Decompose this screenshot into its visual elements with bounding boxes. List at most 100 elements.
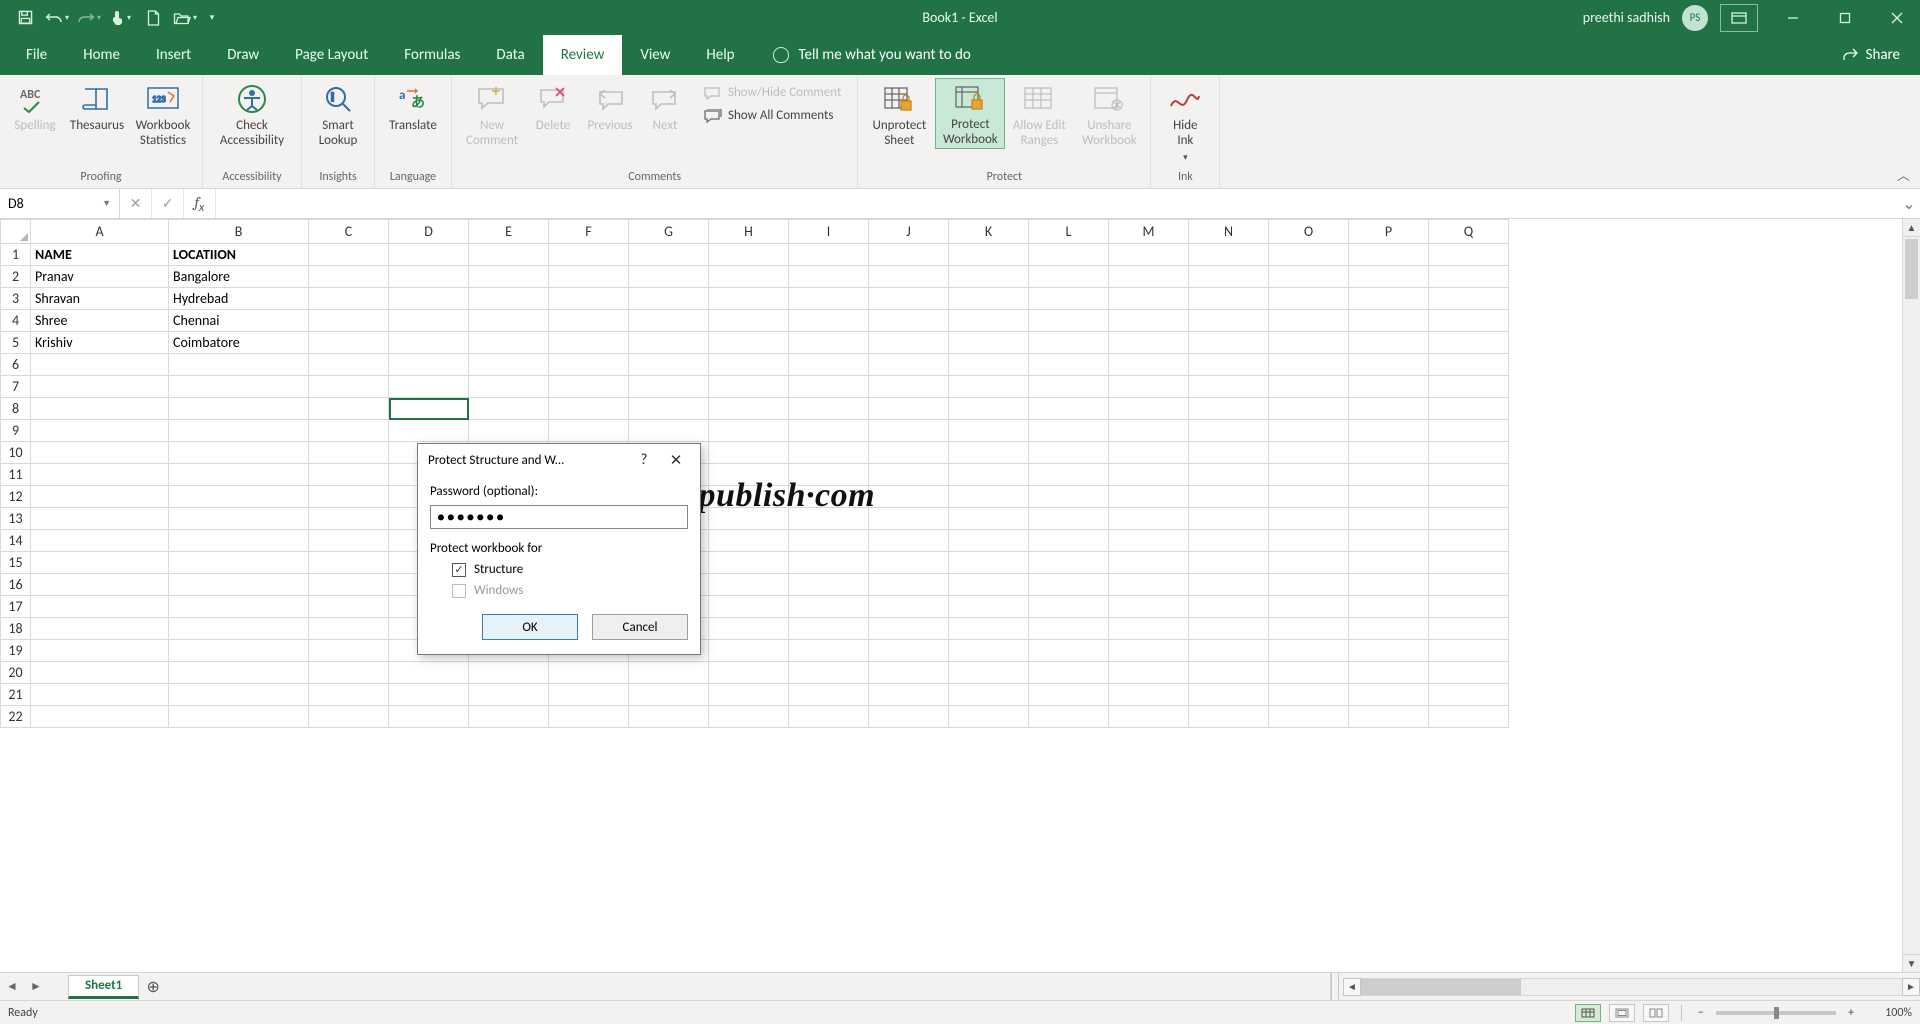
cell[interactable] bbox=[469, 706, 549, 728]
touch-mode-icon[interactable]: ▾ bbox=[106, 3, 136, 33]
cell[interactable] bbox=[789, 288, 869, 310]
cell[interactable]: Chennai bbox=[169, 310, 309, 332]
cell[interactable] bbox=[789, 442, 869, 464]
cell[interactable] bbox=[1029, 420, 1109, 442]
cell[interactable] bbox=[169, 442, 309, 464]
cell[interactable] bbox=[1429, 596, 1509, 618]
cell[interactable] bbox=[309, 706, 389, 728]
cell[interactable] bbox=[1429, 618, 1509, 640]
maximize-button[interactable] bbox=[1822, 0, 1868, 35]
cell[interactable]: Shree bbox=[31, 310, 169, 332]
cell[interactable]: Shravan bbox=[31, 288, 169, 310]
cell[interactable] bbox=[309, 420, 389, 442]
cell[interactable] bbox=[169, 486, 309, 508]
row-header[interactable]: 6 bbox=[1, 354, 31, 376]
cell[interactable] bbox=[709, 574, 789, 596]
cell[interactable] bbox=[1029, 266, 1109, 288]
cell[interactable] bbox=[1269, 288, 1349, 310]
cell[interactable] bbox=[1349, 486, 1429, 508]
cell[interactable] bbox=[389, 662, 469, 684]
cell[interactable] bbox=[1189, 706, 1269, 728]
cell[interactable] bbox=[709, 376, 789, 398]
cell[interactable] bbox=[469, 684, 549, 706]
cell[interactable] bbox=[1189, 244, 1269, 266]
smart-lookup-button[interactable]: i Smart Lookup bbox=[308, 79, 368, 149]
cell[interactable] bbox=[1189, 486, 1269, 508]
page-layout-view-button[interactable] bbox=[1609, 1004, 1635, 1022]
cell[interactable] bbox=[1109, 684, 1189, 706]
cell[interactable] bbox=[31, 442, 169, 464]
row-header[interactable]: 19 bbox=[1, 640, 31, 662]
add-sheet-button[interactable]: ⊕ bbox=[139, 977, 167, 997]
cell[interactable] bbox=[169, 464, 309, 486]
dialog-help-button[interactable]: ? bbox=[628, 446, 660, 474]
cell[interactable] bbox=[1029, 596, 1109, 618]
cell[interactable] bbox=[869, 552, 949, 574]
cell[interactable] bbox=[1269, 486, 1349, 508]
spelling-button[interactable]: ABC Spelling bbox=[6, 79, 64, 134]
tab-draw[interactable]: Draw bbox=[209, 35, 277, 75]
cell[interactable] bbox=[709, 640, 789, 662]
cell[interactable] bbox=[309, 486, 389, 508]
cell[interactable] bbox=[1269, 354, 1349, 376]
cell[interactable] bbox=[1189, 310, 1269, 332]
cell[interactable] bbox=[469, 244, 549, 266]
cell[interactable] bbox=[1429, 574, 1509, 596]
cell[interactable] bbox=[549, 266, 629, 288]
cell[interactable] bbox=[1429, 442, 1509, 464]
check-accessibility-button[interactable]: Check Accessibility bbox=[209, 79, 295, 149]
cell[interactable] bbox=[629, 354, 709, 376]
cell[interactable] bbox=[31, 618, 169, 640]
cell[interactable] bbox=[1109, 354, 1189, 376]
tab-formulas[interactable]: Formulas bbox=[386, 35, 478, 75]
cell[interactable] bbox=[789, 596, 869, 618]
page-break-view-button[interactable] bbox=[1643, 1004, 1669, 1022]
cell[interactable] bbox=[1189, 398, 1269, 420]
cell[interactable] bbox=[629, 706, 709, 728]
cell[interactable] bbox=[309, 596, 389, 618]
cell[interactable] bbox=[549, 244, 629, 266]
cell[interactable] bbox=[169, 618, 309, 640]
cell[interactable] bbox=[949, 706, 1029, 728]
row-header[interactable]: 3 bbox=[1, 288, 31, 310]
cell[interactable] bbox=[789, 640, 869, 662]
cell[interactable] bbox=[869, 684, 949, 706]
redo-icon[interactable]: ▾ bbox=[74, 3, 104, 33]
cell[interactable] bbox=[709, 244, 789, 266]
cell[interactable] bbox=[869, 398, 949, 420]
minimize-button[interactable] bbox=[1770, 0, 1816, 35]
cell[interactable] bbox=[709, 310, 789, 332]
show-all-comments-button[interactable]: Show All Comments bbox=[700, 106, 845, 125]
cell[interactable] bbox=[389, 244, 469, 266]
cell[interactable] bbox=[1029, 310, 1109, 332]
cell[interactable] bbox=[389, 310, 469, 332]
cell[interactable] bbox=[629, 310, 709, 332]
cell[interactable] bbox=[709, 552, 789, 574]
cell[interactable] bbox=[949, 354, 1029, 376]
tab-scroll-split[interactable] bbox=[1331, 973, 1339, 1000]
cell[interactable] bbox=[789, 530, 869, 552]
cell[interactable] bbox=[949, 310, 1029, 332]
cell[interactable] bbox=[949, 442, 1029, 464]
ok-button[interactable]: OK bbox=[482, 614, 578, 640]
cell[interactable] bbox=[869, 310, 949, 332]
password-input[interactable] bbox=[430, 505, 688, 529]
cell[interactable] bbox=[1269, 596, 1349, 618]
cell[interactable] bbox=[309, 464, 389, 486]
cell[interactable] bbox=[869, 288, 949, 310]
cell[interactable] bbox=[1029, 684, 1109, 706]
row-header[interactable]: 16 bbox=[1, 574, 31, 596]
cell[interactable] bbox=[549, 332, 629, 354]
cell[interactable] bbox=[869, 266, 949, 288]
cell[interactable]: Hydrebad bbox=[169, 288, 309, 310]
row-header[interactable]: 14 bbox=[1, 530, 31, 552]
cell[interactable] bbox=[869, 244, 949, 266]
cell[interactable] bbox=[169, 662, 309, 684]
row-header[interactable]: 2 bbox=[1, 266, 31, 288]
row-header[interactable]: 9 bbox=[1, 420, 31, 442]
row-header[interactable]: 20 bbox=[1, 662, 31, 684]
zoom-level[interactable]: 100% bbox=[1866, 1006, 1912, 1020]
cell[interactable] bbox=[1029, 354, 1109, 376]
cell[interactable] bbox=[1429, 552, 1509, 574]
row-header[interactable]: 12 bbox=[1, 486, 31, 508]
